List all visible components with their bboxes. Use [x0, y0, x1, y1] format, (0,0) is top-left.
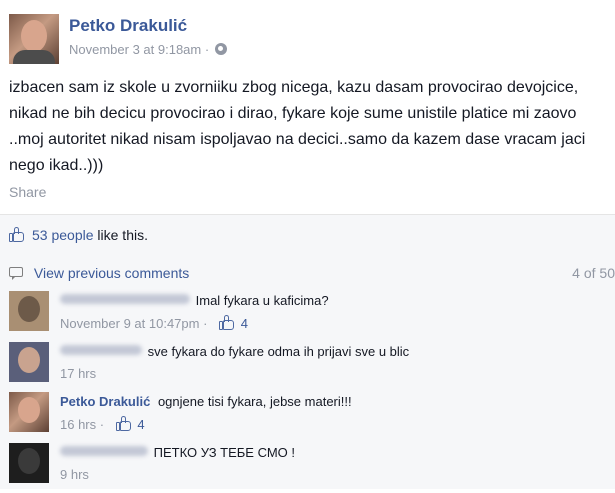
comment-like-icon[interactable] [219, 315, 235, 330]
likes-summary: 53 people like this. [32, 227, 148, 243]
view-previous-comments[interactable]: View previous comments [9, 265, 189, 281]
comment-text: sve fykara do fykare odma ih prijavi sve… [147, 344, 410, 359]
comment-time[interactable]: 9 hrs [60, 467, 89, 482]
commenter-name-blurred[interactable] [60, 446, 148, 456]
share-link[interactable]: Share [9, 184, 46, 200]
comment-like-count[interactable]: 4 [137, 417, 144, 432]
comment-like-icon[interactable] [115, 416, 132, 431]
author-avatar[interactable] [9, 14, 59, 64]
commenter-name[interactable]: Petko Drakulić [60, 394, 150, 409]
comment-text: Imal fykara u kaficima? [195, 293, 329, 308]
comment-time[interactable]: 16 hrs [60, 417, 96, 432]
likes-count-link[interactable]: 53 people [32, 227, 94, 243]
meta-separator: · [204, 42, 210, 57]
post-text: izbacen sam iz skole u zvorniiku zbog ni… [9, 79, 586, 174]
comment-icon [9, 267, 23, 280]
comments-area: View previous comments 4 of 50 Imal fyka… [0, 255, 615, 489]
comment-time[interactable]: 17 hrs [60, 366, 96, 381]
likes-row: 53 people like this. [0, 215, 615, 255]
view-previous-label[interactable]: View previous comments [34, 265, 189, 281]
comment-item: sve fykara do fykare odma ih prijavi sve… [0, 342, 615, 392]
commenter-name-blurred[interactable] [60, 294, 190, 304]
comment-item: ПЕТКО УЗ ТЕБЕ СМО ! 9 hrs [0, 443, 615, 493]
comment-time[interactable]: November 9 at 10:47pm [60, 316, 199, 331]
comment-item: Imal fykara u kaficima? November 9 at 10… [0, 291, 615, 341]
author-name[interactable]: Petko Drakulić [69, 16, 187, 36]
comments-counter: 4 of 50 [572, 265, 615, 281]
like-thumb-icon [9, 227, 25, 242]
post-timestamp[interactable]: November 3 at 9:18am [69, 42, 201, 57]
comment-meta: 16 hrs · 4 [60, 416, 145, 432]
commenter-name-blurred[interactable] [60, 345, 142, 355]
globe-icon[interactable] [214, 43, 227, 55]
commenter-avatar[interactable] [9, 342, 49, 382]
commenter-avatar[interactable] [9, 392, 49, 432]
commenter-avatar[interactable] [9, 443, 49, 483]
comment-like-count[interactable]: 4 [241, 316, 248, 331]
comment-meta: 17 hrs [60, 366, 610, 381]
comment-meta: 9 hrs [60, 467, 610, 482]
facebook-post: Petko Drakulić November 3 at 9:18am · iz… [0, 0, 615, 489]
commenter-avatar[interactable] [9, 291, 49, 331]
post-meta: November 3 at 9:18am · [69, 42, 227, 57]
likes-suffix: like this. [97, 227, 148, 243]
comment-text: ПЕТКО УЗ ТЕБЕ СМО ! [153, 445, 295, 460]
comment-meta: November 9 at 10:47pm · 4 [60, 315, 248, 331]
comment-item: Petko Drakulić ognjene tisi fykara, jebs… [0, 392, 615, 442]
comment-text: ognjene tisi fykara, jebse materi!!! [157, 394, 352, 409]
